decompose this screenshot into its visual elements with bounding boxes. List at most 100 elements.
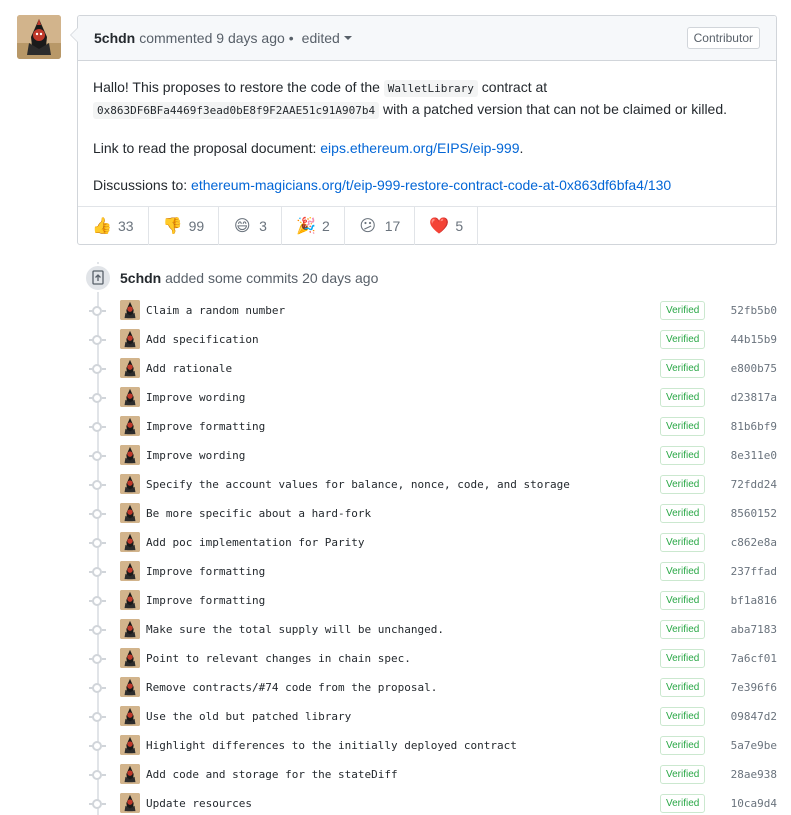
commit-message-link[interactable]: Add poc implementation for Parity (146, 536, 365, 549)
commit-sha-link[interactable]: 44b15b9 (731, 333, 777, 346)
commit-line-right (102, 658, 106, 660)
avatar[interactable] (120, 503, 140, 523)
commit-message-link[interactable]: Be more specific about a hard-fork (146, 507, 371, 520)
verified-badge[interactable]: Verified (660, 736, 706, 755)
commit-message-link[interactable]: Improve wording (146, 449, 245, 462)
avatar[interactable] (120, 793, 140, 813)
commit-message-link[interactable]: Improve wording (146, 391, 245, 404)
avatar[interactable] (120, 764, 140, 784)
avatar[interactable] (120, 416, 140, 436)
commit-sha-link[interactable]: 28ae938 (731, 768, 777, 781)
verified-badge[interactable]: Verified (660, 591, 706, 610)
commit-sha-link[interactable]: d23817a (731, 391, 777, 404)
avatar[interactable] (120, 329, 140, 349)
commit-message-link[interactable]: Use the old but patched library (146, 710, 351, 723)
verified-badge[interactable]: Verified (660, 649, 706, 668)
commit-list: Claim a random number Verified 52fb5b0 Add … (0, 296, 791, 815)
avatar[interactable] (120, 590, 140, 610)
event-author-link[interactable]: 5chdn (120, 270, 161, 286)
git-commit-icon (92, 480, 102, 490)
commit-sha-link[interactable]: 81b6bf9 (731, 420, 777, 433)
commit-row: Improve wording Verified 8e311e0 (0, 441, 791, 470)
commit-sha-link[interactable]: 10ca9d4 (731, 797, 777, 810)
commit-sha-link[interactable]: 52fb5b0 (731, 304, 777, 317)
commit-sha-link[interactable]: 7e396f6 (731, 681, 777, 694)
commit-line-right (102, 600, 106, 602)
commit-message-link[interactable]: Claim a random number (146, 304, 285, 317)
avatar[interactable] (120, 648, 140, 668)
commit-message-link[interactable]: Improve formatting (146, 594, 265, 607)
commits-event-title: 5chdn added some commits 20 days ago (120, 270, 378, 286)
thumbs-up-icon: 👍 (92, 218, 112, 235)
commit-message-link[interactable]: Update resources (146, 797, 252, 810)
avatar[interactable] (120, 474, 140, 494)
verified-badge[interactable]: Verified (660, 359, 706, 378)
avatar[interactable] (120, 387, 140, 407)
commit-sha-link[interactable]: e800b75 (731, 362, 777, 375)
verified-badge[interactable]: Verified (660, 330, 706, 349)
git-commit-icon (92, 596, 102, 606)
commit-sha-link[interactable]: 8560152 (731, 507, 777, 520)
commit-sha-link[interactable]: 5a7e9be (731, 739, 777, 752)
avatar[interactable] (120, 677, 140, 697)
reaction-button[interactable]: 🎉 2 (282, 207, 345, 245)
avatar[interactable] (120, 706, 140, 726)
commit-sha-link[interactable]: 72fdd24 (731, 478, 777, 491)
reaction-button[interactable]: 😕 17 (345, 207, 416, 245)
proposal-link[interactable]: eips.ethereum.org/EIPS/eip-999 (320, 140, 519, 156)
reaction-button[interactable]: 👎 99 (149, 207, 220, 245)
edited-dropdown[interactable]: edited (302, 30, 352, 46)
avatar[interactable] (17, 15, 61, 59)
comment-timestamp[interactable]: commented 9 days ago (139, 30, 285, 46)
commit-message-link[interactable]: Point to relevant changes in chain spec. (146, 652, 411, 665)
avatar[interactable] (120, 532, 140, 552)
verified-badge[interactable]: Verified (660, 475, 706, 494)
commit-sha-link[interactable]: 09847d2 (731, 710, 777, 723)
commit-sha-link[interactable]: 237ffad (731, 565, 777, 578)
avatar[interactable] (120, 619, 140, 639)
commit-message-link[interactable]: Improve formatting (146, 565, 265, 578)
verified-badge[interactable]: Verified (660, 388, 706, 407)
commit-message-link[interactable]: Specify the account values for balance, … (146, 478, 570, 491)
verified-badge[interactable]: Verified (660, 707, 706, 726)
commit-message-link[interactable]: Make sure the total supply will be uncha… (146, 623, 444, 636)
commit-row: Remove contracts/#74 code from the propo… (0, 673, 791, 702)
commit-sha-link[interactable]: bf1a816 (731, 594, 777, 607)
verified-badge[interactable]: Verified (660, 765, 706, 784)
avatar[interactable] (120, 561, 140, 581)
reaction-button[interactable]: ❤️ 5 (415, 207, 479, 245)
reaction-button[interactable]: 😄 3 (219, 207, 282, 245)
reaction-count: 33 (118, 218, 134, 234)
body-text: Discussions to: (93, 177, 192, 193)
commit-sha-link[interactable]: 8e311e0 (731, 449, 777, 462)
verified-badge[interactable]: Verified (660, 446, 706, 465)
verified-badge[interactable]: Verified (660, 504, 706, 523)
avatar[interactable] (120, 300, 140, 320)
discussion-link[interactable]: ethereum-magicians.org/t/eip-999-restore… (191, 177, 671, 193)
comment-body: Hallo! This proposes to restore the code… (78, 61, 776, 195)
chevron-down-icon (343, 36, 352, 40)
commit-message-link[interactable]: Add specification (146, 333, 259, 346)
verified-badge[interactable]: Verified (660, 678, 706, 697)
avatar[interactable] (120, 735, 140, 755)
avatar[interactable] (120, 445, 140, 465)
verified-badge[interactable]: Verified (660, 533, 706, 552)
verified-badge[interactable]: Verified (660, 794, 706, 813)
verified-badge[interactable]: Verified (660, 301, 706, 320)
commit-sha-link[interactable]: 7a6cf01 (731, 652, 777, 665)
commit-message-link[interactable]: Improve formatting (146, 420, 265, 433)
avatar[interactable] (120, 358, 140, 378)
reaction-button[interactable]: 👍 33 (78, 207, 149, 245)
commit-message-link[interactable]: Remove contracts/#74 code from the propo… (146, 681, 437, 694)
verified-badge[interactable]: Verified (660, 620, 706, 639)
commit-row: Add code and storage for the stateDiff Ve… (0, 760, 791, 789)
commit-message-link[interactable]: Highlight differences to the initially d… (146, 739, 517, 752)
comment-author-link[interactable]: 5chdn (94, 30, 135, 46)
body-text: Link to read the proposal document: (93, 140, 321, 156)
commit-sha-link[interactable]: aba7183 (731, 623, 777, 636)
commit-message-link[interactable]: Add rationale (146, 362, 232, 375)
verified-badge[interactable]: Verified (660, 417, 706, 436)
commit-message-link[interactable]: Add code and storage for the stateDiff (146, 768, 398, 781)
verified-badge[interactable]: Verified (660, 562, 706, 581)
commit-sha-link[interactable]: c862e8a (731, 536, 777, 549)
